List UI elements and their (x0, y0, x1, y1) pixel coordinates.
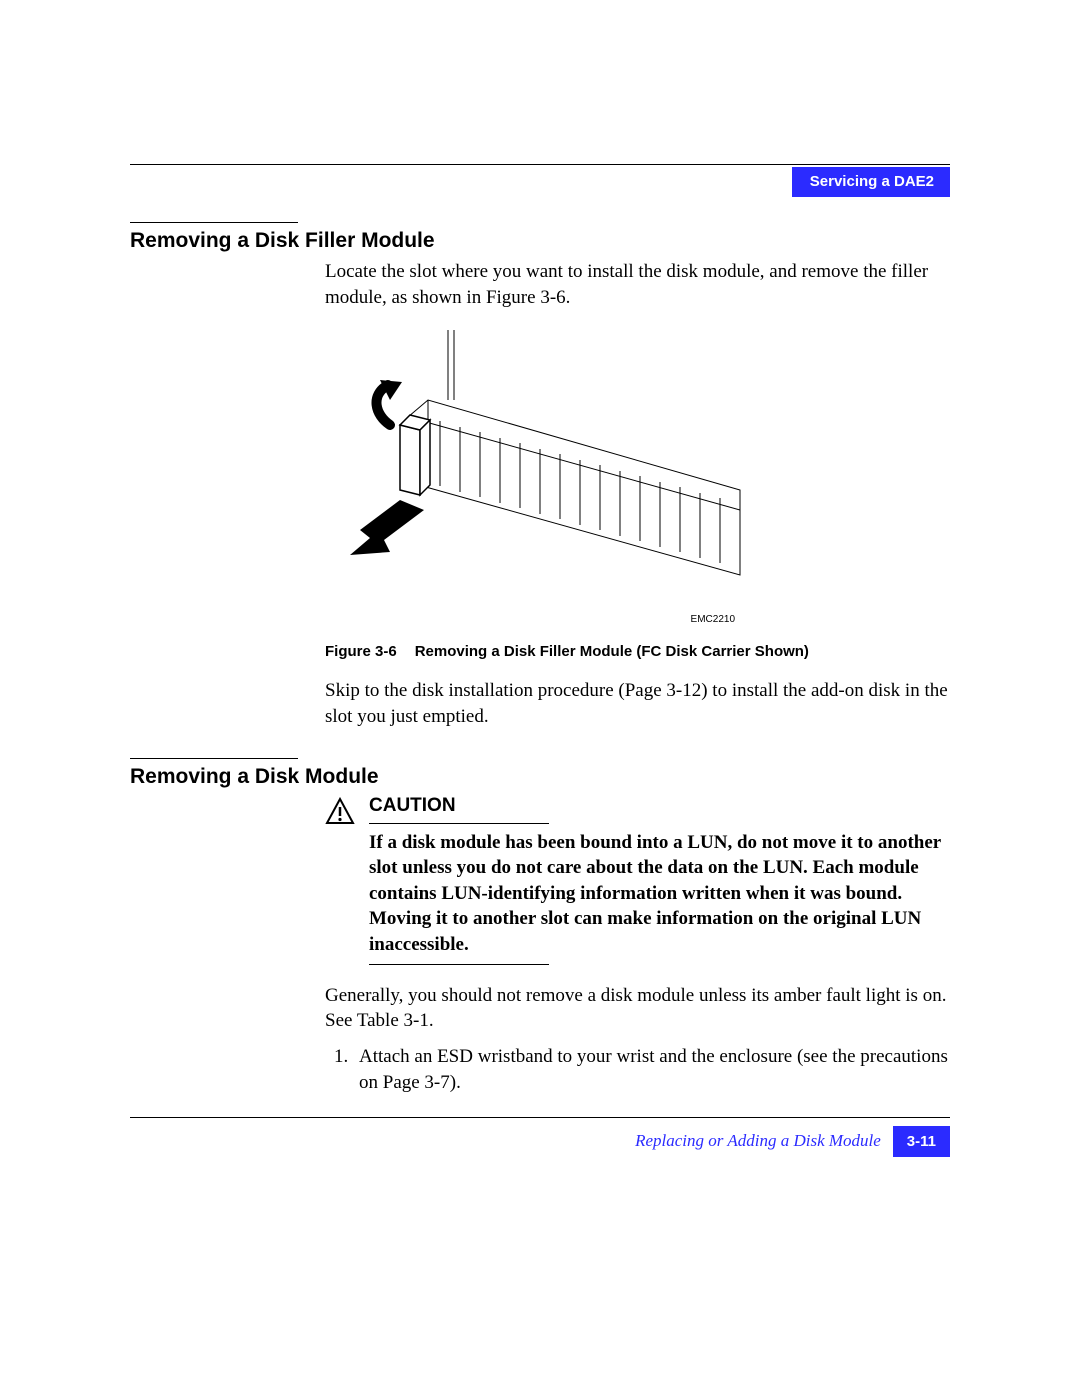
caution-rule (369, 823, 549, 824)
caution-rule (369, 964, 549, 965)
section1-p2: Skip to the disk installation procedure … (325, 678, 950, 729)
figure-caption-text: Removing a Disk Filler Module (FC Disk C… (415, 643, 809, 660)
section-rule (130, 758, 298, 759)
caution-body: CAUTION If a disk module has been bound … (369, 795, 950, 983)
section1-p1: Locate the slot where you want to instal… (325, 259, 950, 310)
figure-3-6: EMC2210 (325, 330, 755, 625)
section1-body: Locate the slot where you want to instal… (325, 259, 950, 310)
section2-p1: Generally, you should not remove a disk … (325, 983, 950, 1034)
top-rule (130, 164, 950, 165)
caution-word: CAUTION (369, 795, 950, 817)
section-rule (130, 222, 298, 223)
content-area: Removing a Disk Filler Module Locate the… (130, 222, 950, 1095)
caution-icon (325, 797, 355, 830)
footer: Replacing or Adding a Disk Module 3-11 (130, 1117, 950, 1157)
figure-caption: Figure 3-6 Removing a Disk Filler Module … (325, 643, 950, 660)
footer-section-title: Replacing or Adding a Disk Module (635, 1126, 893, 1157)
filler-module-diagram (330, 330, 750, 610)
header-tab: Servicing a DAE2 (792, 167, 950, 197)
figure-number: Figure 3-6 (325, 643, 397, 660)
caution-block: CAUTION If a disk module has been bound … (325, 795, 950, 983)
section1-body2: Skip to the disk installation procedure … (325, 678, 950, 729)
page-number: 3-11 (893, 1126, 950, 1157)
figure-id: EMC2210 (325, 614, 755, 625)
step-list: Attach an ESD wristband to your wrist an… (325, 1044, 950, 1095)
caution-text: If a disk module has been bound into a L… (369, 830, 950, 958)
section2-body: Generally, you should not remove a disk … (325, 983, 950, 1034)
page: Servicing a DAE2 Removing a Disk Filler … (0, 0, 1080, 1397)
section-heading-filler: Removing a Disk Filler Module (130, 229, 950, 253)
step-1: Attach an ESD wristband to your wrist an… (353, 1044, 950, 1095)
section-heading-disk: Removing a Disk Module (130, 765, 950, 789)
